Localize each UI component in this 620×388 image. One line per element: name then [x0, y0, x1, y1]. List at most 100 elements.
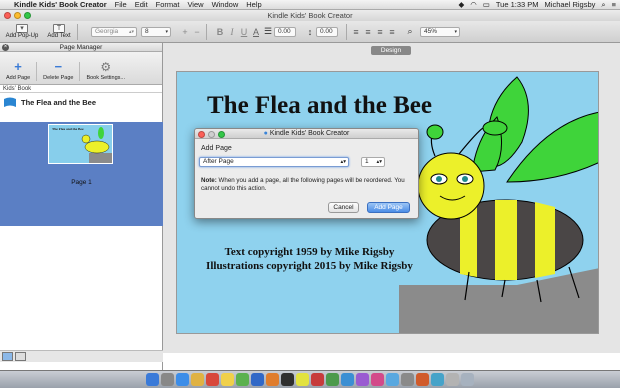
zoom-select[interactable]: 45% ▾	[420, 26, 460, 37]
page-number-select[interactable]: 1 ▴▾	[361, 157, 385, 167]
align-center-icon[interactable]: ≡	[362, 27, 374, 37]
calendar-icon[interactable]	[206, 373, 219, 386]
grid-view-icon[interactable]	[15, 352, 26, 361]
close-window-button[interactable]	[4, 12, 11, 19]
dialog-zoom-button[interactable]	[218, 130, 225, 138]
app-icon[interactable]	[356, 373, 369, 386]
menu-view[interactable]: View	[187, 0, 203, 9]
menu-window[interactable]: Window	[212, 0, 239, 9]
notifications-icon[interactable]: ≡	[612, 0, 616, 9]
menu-user[interactable]: Michael Rigsby	[545, 0, 596, 9]
wifi-icon[interactable]: ◠	[470, 0, 477, 9]
add-page-button[interactable]: + Add Page	[0, 60, 38, 81]
zoom-value: 45%	[424, 27, 438, 35]
book-settings-label: Book Settings...	[86, 75, 125, 81]
dialog-close-button[interactable]	[198, 130, 205, 138]
dialog-title: Kindle Kids' Book Creator	[269, 130, 350, 137]
trash-icon[interactable]	[461, 373, 474, 386]
text-icon: T	[53, 24, 65, 33]
itunes-icon[interactable]	[371, 373, 384, 386]
page-thumbnail: The Flea and the Bee	[48, 124, 113, 164]
font-family-value: Georgia	[95, 27, 119, 35]
bold-icon[interactable]: B	[214, 27, 226, 37]
book-entry[interactable]: The Flea and the Bee	[0, 93, 162, 111]
underline-icon[interactable]: U	[238, 27, 250, 37]
menu-edit[interactable]: Edit	[135, 0, 148, 9]
menu-help[interactable]: Help	[246, 0, 261, 9]
safari-icon[interactable]	[176, 373, 189, 386]
note-text: When you add a page, all the following p…	[201, 177, 405, 192]
system-preferences-icon[interactable]	[401, 373, 414, 386]
app-store-icon[interactable]	[386, 373, 399, 386]
page-manager-panel: × Page Manager + Add Page − Delete Page …	[0, 43, 163, 378]
font-family-select[interactable]: Georgia ▴▾	[91, 26, 137, 37]
app-icon[interactable]	[266, 373, 279, 386]
book-icon	[4, 97, 16, 107]
add-page-dialog: ● Kindle Kids' Book Creator Add Page Aft…	[194, 128, 419, 219]
align-right-icon[interactable]: ≡	[374, 27, 386, 37]
menu-clock[interactable]: Tue 1:33 PM	[496, 0, 539, 9]
zoom-window-button[interactable]	[24, 12, 31, 19]
menu-file[interactable]: File	[115, 0, 127, 9]
battery-icon[interactable]: ▭	[483, 0, 490, 9]
app-icon[interactable]	[296, 373, 309, 386]
confirm-add-page-button[interactable]: Add Page	[367, 202, 410, 213]
zoom-icon: ⌕	[407, 26, 413, 36]
window-titlebar: Kindle Kids' Book Creator	[0, 10, 620, 21]
add-text-button[interactable]: T Add Text	[44, 22, 74, 42]
delete-page-button[interactable]: − Delete Page	[37, 60, 81, 81]
page-position-select[interactable]: After Page ▴▾	[199, 157, 349, 167]
downloads-icon[interactable]	[446, 373, 459, 386]
decrease-size-icon[interactable]: −	[191, 27, 203, 37]
dialog-label: Add Page	[201, 145, 232, 152]
line-spacing-input[interactable]: 0.00	[274, 26, 296, 37]
menu-app-name[interactable]: Kindle Kids' Book Creator	[14, 0, 107, 9]
book-settings-button[interactable]: ⚙ Book Settings...	[80, 61, 131, 81]
align-left-icon[interactable]: ≡	[350, 27, 362, 37]
app-icon[interactable]	[311, 373, 324, 386]
design-tab[interactable]: Design	[371, 46, 411, 55]
spotlight-icon[interactable]: ⌕	[601, 0, 605, 9]
page-manager-toolbar: + Add Page − Delete Page ⚙ Book Settings…	[0, 52, 162, 85]
copyright-line-2: Illustrations copyright 2015 by Mike Rig…	[206, 260, 413, 272]
increase-size-icon[interactable]: +	[179, 27, 191, 37]
main-toolbar: ▾ Add Pop-Up T Add Text Georgia ▴▾ 8 ▾ + −…	[0, 21, 620, 43]
page-thumbnail-selected[interactable]: The Flea and the Bee Page 1	[0, 122, 163, 226]
italic-icon[interactable]: I	[226, 27, 238, 37]
mail-icon[interactable]	[191, 373, 204, 386]
close-panel-icon[interactable]: ×	[2, 44, 9, 51]
book-title: The Flea and the Bee	[21, 97, 97, 107]
notes-icon[interactable]	[221, 373, 234, 386]
delete-page-label: Delete Page	[43, 75, 74, 81]
messages-icon[interactable]	[236, 373, 249, 386]
panel-footer	[0, 350, 163, 362]
dropbox-icon[interactable]: ◆	[458, 0, 464, 9]
copyright-text[interactable]: Text copyright 1959 by Mike Rigsby Illus…	[177, 245, 442, 273]
minimize-window-button[interactable]	[14, 12, 21, 19]
align-justify-icon[interactable]: ≡	[386, 27, 398, 37]
photoshop-icon[interactable]	[251, 373, 264, 386]
add-text-label: Add Text	[47, 33, 71, 39]
letter-spacing-input[interactable]: 0.00	[316, 26, 338, 37]
menu-bar: Kindle Kids' Book Creator File Edit Form…	[0, 0, 620, 10]
bee-stripe	[495, 200, 517, 280]
add-popup-button[interactable]: ▾ Add Pop-Up	[0, 22, 44, 42]
font-size-select[interactable]: 8 ▾	[141, 26, 171, 37]
launchpad-icon[interactable]	[161, 373, 174, 386]
window-title: Kindle Kids' Book Creator	[267, 11, 353, 20]
bee-pupil	[436, 176, 442, 182]
bee-head	[417, 152, 485, 220]
single-view-icon[interactable]	[2, 352, 13, 361]
toolbar-divider	[77, 23, 78, 40]
text-color-icon[interactable]: A	[250, 27, 262, 37]
app-icon[interactable]	[431, 373, 444, 386]
app-icon[interactable]	[326, 373, 339, 386]
app-icon[interactable]	[416, 373, 429, 386]
finder-icon[interactable]	[146, 373, 159, 386]
app-icon[interactable]	[281, 373, 294, 386]
bee-pupil	[462, 176, 468, 182]
cancel-button[interactable]: Cancel	[328, 202, 359, 213]
kindle-icon[interactable]	[341, 373, 354, 386]
letter-spacing-value: 0.00	[320, 27, 333, 35]
menu-format[interactable]: Format	[156, 0, 180, 9]
